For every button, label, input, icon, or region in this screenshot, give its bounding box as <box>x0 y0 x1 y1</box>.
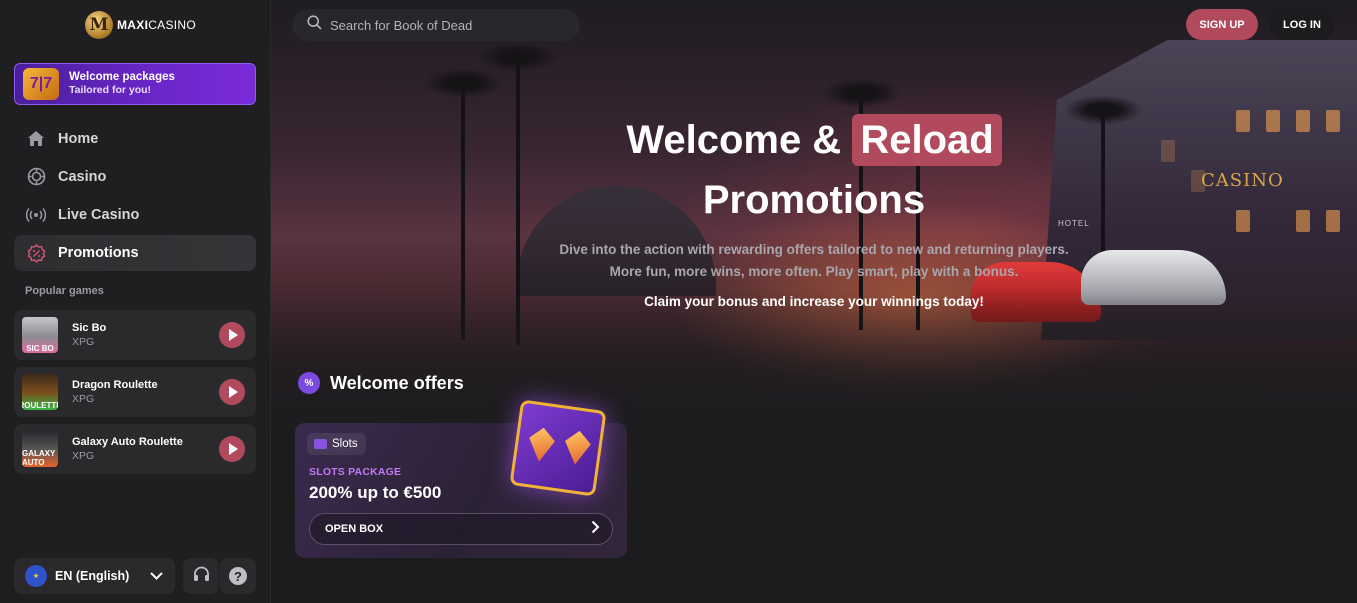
game-card-galaxy-auto-roulette[interactable]: GALAXY AUTO Galaxy Auto Roulette XPG <box>14 424 256 474</box>
hero-description: Dive into the action with rewarding offe… <box>271 239 1357 283</box>
brand-logo[interactable]: M MAXICASINO <box>85 11 196 39</box>
language-selector[interactable]: ★ EN (English) <box>14 558 175 594</box>
hero-title-part1: Welcome & <box>626 118 842 162</box>
offer-package-name: SLOTS PACKAGE <box>309 466 402 478</box>
language-label: EN (English) <box>55 569 130 583</box>
hero-title: Welcome & Reload Promotions <box>271 110 1357 230</box>
search-icon <box>307 15 322 35</box>
offer-card-slots-package[interactable]: Slots SLOTS PACKAGE 200% up to €500 OPEN… <box>295 399 627 558</box>
offer-amount: 200% up to €500 <box>309 483 442 502</box>
game-card-dragon-roulette[interactable]: ROULETTE Dragon Roulette XPG <box>14 367 256 417</box>
palm-crown <box>821 78 901 108</box>
sidebar-item-promotions[interactable]: Promotions <box>14 235 256 271</box>
game-provider: XPG <box>72 336 95 348</box>
sidebar: M MAXICASINO 7|7 Welcome packages Tailor… <box>0 0 271 603</box>
sidebar-item-live-casino[interactable]: Live Casino <box>14 196 256 233</box>
palm-crown <box>423 68 503 98</box>
question-mark-icon: ? <box>229 567 247 585</box>
game-name: Dragon Roulette <box>72 379 158 391</box>
hero-title-highlight: Reload <box>852 114 1002 166</box>
live-broadcast-icon <box>26 205 46 225</box>
game-info: Galaxy Auto Roulette XPG <box>72 435 183 463</box>
search-input[interactable] <box>330 17 570 33</box>
hero-description-line2: More fun, more wins, more often. Play sm… <box>609 264 1019 279</box>
welcome-packages-subtitle: Tailored for you! <box>69 84 152 96</box>
home-icon <box>26 129 46 149</box>
game-thumbnail-text: ROULETTE <box>22 401 58 410</box>
slot-machine-icon <box>314 439 327 449</box>
open-box-label: OPEN BOX <box>325 523 384 535</box>
eu-flag-icon: ★ <box>25 565 47 587</box>
play-button[interactable] <box>219 322 245 348</box>
gift-gem <box>562 429 592 466</box>
game-thumbnail-text: GALAXY AUTO <box>22 449 56 467</box>
game-info: Sic Bo XPG <box>72 321 106 349</box>
sign-up-button[interactable]: SIGN UP <box>1186 9 1258 40</box>
game-thumbnail: ROULETTE <box>22 374 58 410</box>
slot-seven-icon: 7|7 <box>23 68 59 100</box>
play-button[interactable] <box>219 379 245 405</box>
palm-crown <box>478 42 558 72</box>
welcome-packages-banner[interactable]: 7|7 Welcome packages Tailored for you! <box>14 63 256 105</box>
game-name: Sic Bo <box>72 322 107 334</box>
chevron-right-icon <box>591 520 600 537</box>
headset-icon <box>193 566 210 587</box>
popular-games-list: SIC BO Sic Bo XPG ROULETTE Dragon Roulet… <box>14 310 256 481</box>
section-title: Welcome offers <box>330 372 464 393</box>
support-button[interactable] <box>183 558 219 594</box>
open-box-button[interactable]: OPEN BOX <box>309 513 613 545</box>
game-card-sic-bo[interactable]: SIC BO Sic Bo XPG <box>14 310 256 360</box>
offer-category-tag: Slots <box>307 433 366 455</box>
help-button[interactable]: ? <box>220 558 256 594</box>
sidebar-item-label: Promotions <box>58 245 139 261</box>
casino-chip-icon <box>26 167 46 187</box>
welcome-packages-title: Welcome packages <box>69 71 175 83</box>
sidebar-item-label: Home <box>58 130 99 147</box>
logo-wordmark: MAXICASINO <box>117 18 196 32</box>
game-provider: XPG <box>72 450 95 462</box>
offer-tag-label: Slots <box>332 438 358 450</box>
sidebar-nav: Home Casino Live Casino Promotions <box>14 120 256 272</box>
logo-name-light: CASINO <box>148 18 197 32</box>
chevron-down-icon <box>150 569 163 583</box>
app-root: M MAXICASINO 7|7 Welcome packages Tailor… <box>0 0 1357 603</box>
hero-title-line2: Promotions <box>702 178 926 222</box>
search-bar[interactable] <box>292 9 580 41</box>
sidebar-item-casino[interactable]: Casino <box>14 158 256 195</box>
welcome-packages-text: Welcome packages Tailored for you! <box>69 71 175 97</box>
gift-gem <box>526 426 556 463</box>
game-thumbnail-text: SIC BO <box>26 344 54 353</box>
hero-cta-text: Claim your bonus and increase your winni… <box>644 294 984 309</box>
game-info: Dragon Roulette XPG <box>72 378 158 406</box>
main-content: CASINO HOTEL Welcome & Reload Promotions… <box>271 0 1357 603</box>
sidebar-item-home[interactable]: Home <box>14 120 256 157</box>
logo-name-bold: MAXI <box>117 18 149 32</box>
hero-description-line1: Dive into the action with rewarding offe… <box>559 242 1069 257</box>
sidebar-item-label: Live Casino <box>58 206 140 223</box>
game-thumbnail: SIC BO <box>22 317 58 353</box>
mystery-gift-box-icon <box>509 399 607 497</box>
percent-badge-icon: % <box>298 372 320 394</box>
welcome-offers-heading: % Welcome offers <box>298 372 464 394</box>
play-button[interactable] <box>219 436 245 462</box>
log-in-button[interactable]: LOG IN <box>1269 9 1335 40</box>
sidebar-item-label: Casino <box>58 168 107 185</box>
game-provider: XPG <box>72 393 95 405</box>
game-thumbnail: GALAXY AUTO <box>22 431 58 467</box>
popular-games-heading: Popular games <box>25 285 104 297</box>
game-name: Galaxy Auto Roulette <box>72 436 183 448</box>
promotions-percent-icon <box>26 243 46 263</box>
logo-mark: M <box>85 11 113 39</box>
